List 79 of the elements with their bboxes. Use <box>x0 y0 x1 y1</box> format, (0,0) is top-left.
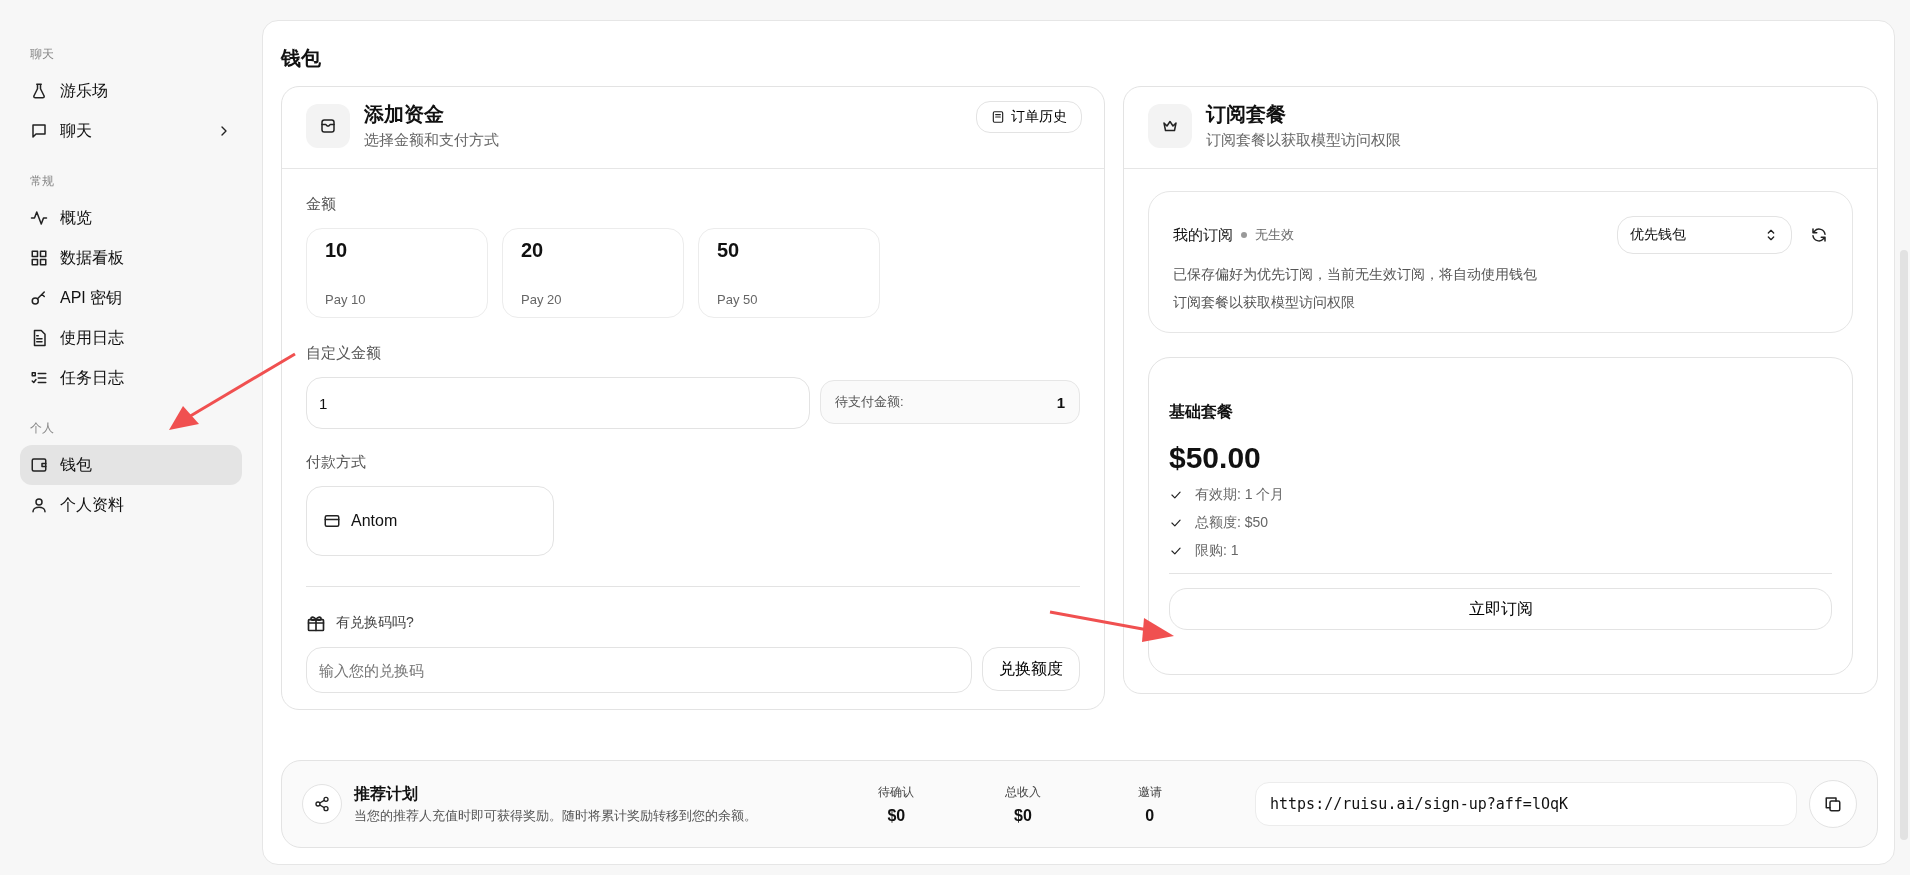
copy-button[interactable] <box>1809 780 1857 828</box>
sidebar-label: 任务日志 <box>60 367 125 388</box>
flask-icon <box>30 82 48 100</box>
sidebar-label: 聊天 <box>60 120 93 141</box>
copy-icon <box>1824 795 1842 813</box>
activity-icon <box>30 209 48 227</box>
card-title: 订阅套餐 <box>1206 102 1287 127</box>
subscription-status: 无生效 <box>1255 226 1294 244</box>
amount-option[interactable]: 50 Pay 50 <box>698 228 880 318</box>
field-label: 自定义金额 <box>306 344 382 363</box>
receipt-icon <box>991 110 1005 124</box>
plan-feature: 有效期: 1 个月 <box>1195 486 1285 504</box>
order-history-button[interactable]: 订单历史 <box>976 101 1082 133</box>
referral-description: 当您的推荐人充值时即可获得奖励。随时将累计奖励转移到您的余额。 <box>354 806 758 825</box>
subscription-title: 我的订阅 <box>1173 225 1233 245</box>
share-icon <box>314 796 330 812</box>
stat-value: $0 <box>1014 806 1032 825</box>
amount-caption: Pay 50 <box>717 292 759 307</box>
redeem-button[interactable]: 兑换额度 <box>982 647 1080 691</box>
sidebar-item[interactable]: API 密钥 <box>20 278 242 318</box>
page-title: 钱包 <box>281 46 322 71</box>
amount-value: 50 <box>717 239 741 262</box>
amount-option[interactable]: 20 Pay 20 <box>502 228 684 318</box>
amount-option[interactable]: 10 Pay 10 <box>306 228 488 318</box>
refresh-icon <box>1810 226 1828 244</box>
section-label: 个人 <box>29 420 55 437</box>
due-value: 1 <box>1056 393 1065 411</box>
subscribe-button[interactable]: 立即订阅 <box>1169 588 1832 630</box>
section-label: 聊天 <box>29 46 55 63</box>
referral-link-field[interactable]: https://ruisu.ai/sign-up?aff=lOqK <box>1255 782 1797 826</box>
subscription-note: 已保存偏好为优先订阅，当前无生效订阅，将自动使用钱包 <box>1173 266 1538 284</box>
subscription-note: 订阅套餐以获取模型访问权限 <box>1173 294 1356 312</box>
sidebar-item[interactable]: 使用日志 <box>20 318 242 358</box>
field-label: 金额 <box>306 195 337 214</box>
due-label: 待支付金额: <box>835 393 904 411</box>
sidebar-item[interactable]: 数据看板 <box>20 238 242 278</box>
plan-price: $50.00 <box>1169 441 1262 475</box>
plan-feature: 限购: 1 <box>1195 542 1239 560</box>
gift-icon <box>306 613 326 633</box>
sidebar-label: 钱包 <box>60 454 93 475</box>
redeem-code-input[interactable]: 输入您的兑换码 <box>306 647 972 693</box>
sidebar-label: 个人资料 <box>60 494 125 515</box>
field-label: 付款方式 <box>306 453 367 472</box>
amount-value: 10 <box>325 239 349 262</box>
stat-label: 待确认 <box>878 783 915 801</box>
sidebar-item[interactable]: 任务日志 <box>20 358 242 398</box>
stat-value: 0 <box>1145 806 1155 825</box>
sidebar-item[interactable]: 游乐场 <box>20 71 242 111</box>
amount-value: 20 <box>521 239 545 262</box>
stat-label: 邀请 <box>1137 783 1162 801</box>
plan-name: 基础套餐 <box>1169 402 1234 422</box>
card-title: 添加资金 <box>364 102 445 127</box>
referral-title: 推荐计划 <box>354 783 419 804</box>
amount-caption: Pay 10 <box>325 292 367 307</box>
card-subtitle: 选择金额和支付方式 <box>364 131 500 150</box>
amount-input[interactable]: 1 <box>306 377 810 429</box>
key-icon <box>30 289 48 307</box>
stat-value: $0 <box>887 806 906 825</box>
sidebar-label: 概览 <box>60 207 93 228</box>
card-subtitle: 订阅套餐以获取模型访问权限 <box>1206 131 1402 150</box>
redeem-label: 有兑换码吗? <box>336 614 414 632</box>
stat-label: 总收入 <box>1005 783 1041 801</box>
sidebar-item[interactable]: 钱包 <box>20 445 242 485</box>
user-icon <box>30 496 48 514</box>
card-icon <box>323 512 341 530</box>
section-label: 常规 <box>29 173 55 190</box>
chat-icon <box>30 122 48 140</box>
sidebar-label: API 密钥 <box>60 287 124 308</box>
sidebar-item[interactable]: 个人资料 <box>20 485 242 525</box>
sidebar-label: 游乐场 <box>60 80 109 101</box>
payment-method[interactable]: Antom <box>306 486 554 556</box>
priority-select[interactable]: 优先钱包 <box>1617 216 1792 254</box>
sidebar-label: 数据看板 <box>60 247 125 268</box>
amount-caption: Pay 20 <box>521 292 563 307</box>
plan-feature: 总额度: $50 <box>1195 514 1269 532</box>
sidebar-label: 使用日志 <box>60 327 125 348</box>
grid-icon <box>30 249 48 267</box>
sidebar-item[interactable]: 聊天 <box>20 111 242 151</box>
sidebar-item[interactable]: 概览 <box>20 198 242 238</box>
